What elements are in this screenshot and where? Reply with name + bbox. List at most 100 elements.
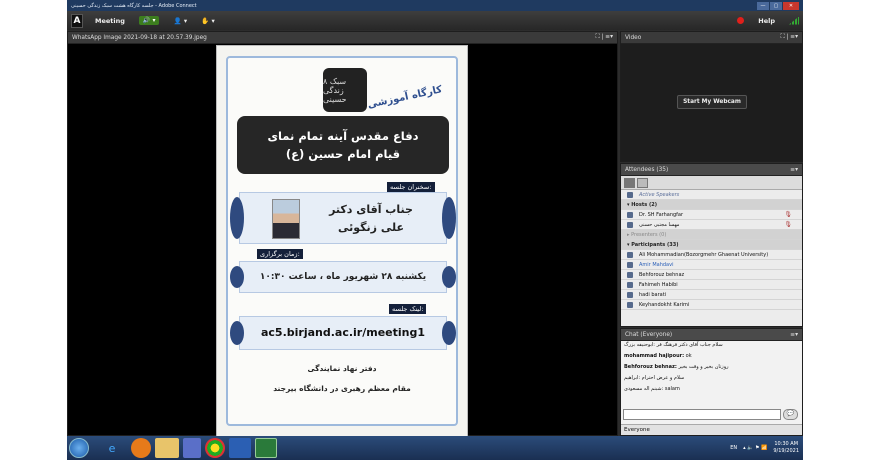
topic-line-1: دفاع مقدس آینه تمام نمای xyxy=(267,129,419,143)
close-button[interactable]: ✕ xyxy=(783,1,799,10)
maximize-button[interactable]: ▢ xyxy=(770,1,782,10)
adobe-connect-window: جلسه کارگاه هشت سبک زندگی حسینی - Adobe … xyxy=(67,0,803,460)
topic-line-2: قیام امام حسین (ع) xyxy=(285,147,401,161)
video-fullscreen-button[interactable]: ⛶ | xyxy=(781,34,789,40)
participant-name: Fahimeh Habibi xyxy=(639,281,678,288)
active-speakers-label: Active Speakers xyxy=(639,191,680,198)
video-pod-menu-button[interactable]: ≡▾ xyxy=(790,34,798,40)
menu-bar: A Meeting 🔊 ▾ 👤 ▾ ✋ ▾ Help xyxy=(67,11,803,30)
raise-hand-menu[interactable]: ✋ ▾ xyxy=(201,17,215,25)
speaker-line-2: علی زنگوئی xyxy=(338,221,404,234)
start-button-icon[interactable] xyxy=(69,438,89,458)
participant-item[interactable]: Behforouz behnaz xyxy=(621,270,802,280)
chat-text: ok xyxy=(684,353,692,359)
chat-menu-button[interactable]: ≡▾ xyxy=(790,332,798,338)
start-webcam-button[interactable]: Start My Webcam xyxy=(677,95,747,109)
clock[interactable]: 10:30 AM 9/19/2021 xyxy=(773,441,799,455)
clock-time: 10:30 AM xyxy=(774,441,799,447)
meeting-menu[interactable]: Meeting xyxy=(95,17,125,25)
adobe-connect-taskbar-icon[interactable] xyxy=(255,438,277,458)
link-value: ac5.birjand.ac.ir/meeting1 xyxy=(230,316,456,350)
participant-item[interactable]: Fahimeh Habibi xyxy=(621,280,802,290)
video-pod-header: Video ⛶ | ≡▾ xyxy=(621,32,802,44)
media-player-icon[interactable] xyxy=(183,438,201,458)
attendees-pod: Attendees (35) ≡▾ Active Speakers ▾ Host… xyxy=(620,163,803,327)
participant-item[interactable]: Ali Mohammadian(Bozorgmehr Ghaenat Unive… xyxy=(621,250,802,260)
speaker-line-1: جناب آقای دکتر xyxy=(329,203,413,216)
participant-icon xyxy=(627,271,633,278)
recording-indicator-icon xyxy=(737,17,745,24)
internet-explorer-icon[interactable]: e xyxy=(97,438,127,458)
participant-item[interactable]: hadi barati xyxy=(621,290,802,300)
file-explorer-icon[interactable] xyxy=(155,438,179,458)
chat-input[interactable] xyxy=(623,409,781,420)
windows-taskbar: e EN ▴ 🔈 ⚑ 📶 10:30 AM 9/19/2021 xyxy=(67,436,803,460)
chat-text: روزتان بخیر و وقت بخیر xyxy=(676,364,729,370)
chrome-icon[interactable] xyxy=(205,438,225,458)
firefox-icon[interactable] xyxy=(131,438,151,458)
host-item[interactable]: Dr. SH Farhangfar 🎙 xyxy=(621,210,802,220)
window-title: جلسه کارگاه هشت سبک زندگی حسینی - Adobe … xyxy=(71,2,197,9)
participants-section[interactable]: ▾ Participants (33) xyxy=(621,240,802,250)
help-menu[interactable]: Help xyxy=(758,17,775,25)
list-view-icon[interactable] xyxy=(624,177,635,188)
adobe-logo-icon: A xyxy=(71,13,83,28)
time-label: زمان برگزاری: xyxy=(257,249,303,259)
title-bar: جلسه کارگاه هشت سبک زندگی حسینی - Adobe … xyxy=(67,0,803,11)
speaker-button[interactable]: 🔊 ▾ xyxy=(138,16,160,25)
active-speakers: Active Speakers xyxy=(621,190,802,200)
participant-icon xyxy=(627,281,633,288)
chat-message: سلام و عرض احترام :ابراهیم xyxy=(621,374,802,385)
speaker-photo xyxy=(272,199,300,239)
chat-message: mohammad hajipour: ok xyxy=(621,352,802,363)
participant-icon xyxy=(627,301,633,308)
calligraphy-logo: ۸ سبک زندگی حسینی xyxy=(323,68,367,112)
speaker-box: جناب آقای دکتر علی زنگوئی xyxy=(230,192,456,244)
topic-banner: دفاع مقدس آینه تمام نمای قیام امام حسین … xyxy=(237,116,449,174)
tray-icons[interactable]: ▴ 🔈 ⚑ 📶 xyxy=(743,445,767,451)
attendees-pod-header: Attendees (35) ≡▾ xyxy=(621,164,802,176)
chat-text: شبنم اله مسعودی: salam xyxy=(624,386,680,392)
minimize-button[interactable]: — xyxy=(757,1,769,10)
word-icon[interactable] xyxy=(229,438,251,458)
participant-name: Keyhandokht Karimi xyxy=(639,301,690,308)
presenters-section[interactable]: ▸ Presenters (0) xyxy=(621,230,802,240)
pod-menu-button[interactable]: ≡▾ xyxy=(605,34,613,40)
send-message-button[interactable]: 💬 xyxy=(783,409,798,420)
attendees-menu-button[interactable]: ≡▾ xyxy=(790,167,798,173)
chat-pod-header: Chat (Everyone) ≡▾ xyxy=(621,329,802,341)
host-name: مهسا مجتبی حسنی xyxy=(639,221,680,228)
participant-name: Behforouz behnaz xyxy=(639,271,685,278)
people-menu[interactable]: 👤 ▾ xyxy=(173,17,187,25)
attendees-title: Attendees (35) xyxy=(625,166,669,173)
participant-name: Amir Mahdavi xyxy=(639,261,674,268)
participant-icon xyxy=(627,261,633,268)
chat-message: سلام جناب آقای دکتر فرهنگ فر :ابوحنیفه ب… xyxy=(621,341,802,352)
chat-message: شبنم اله مسعودی: salam xyxy=(621,385,802,396)
host-name: Dr. SH Farhangfar xyxy=(639,211,684,218)
attendees-toolbar xyxy=(621,176,802,190)
share-pod-header: WhatsApp Image 2021-09-18 at 20.57.39.jp… xyxy=(68,32,617,44)
language-indicator[interactable]: EN xyxy=(730,445,737,451)
shared-poster-image: ۸ سبک زندگی حسینی کارگاه آموزشی دفاع مقد… xyxy=(216,45,468,437)
chat-sender: mohammad hajipour: xyxy=(624,353,685,359)
fullscreen-button[interactable]: ⛶ | xyxy=(596,34,604,40)
connection-strength-icon xyxy=(789,16,799,25)
participant-item[interactable]: Amir Mahdavi xyxy=(621,260,802,270)
participant-icon xyxy=(627,291,633,298)
speaker-wave-icon xyxy=(627,191,633,198)
office-line-1: دفتر نهاد نمایندگی xyxy=(307,364,377,373)
speaker-label: سخنران جلسه: xyxy=(387,182,435,192)
chat-recipient[interactable]: Everyone xyxy=(621,424,802,435)
host-icon xyxy=(627,221,633,228)
video-pod: Video ⛶ | ≡▾ Start My Webcam xyxy=(620,31,803,162)
participant-item[interactable]: Keyhandokht Karimi xyxy=(621,300,802,310)
chat-sender: Behforouz behnaz: xyxy=(624,364,677,370)
chat-message: Behforouz behnaz: روزتان بخیر و وقت بخیر xyxy=(621,363,802,374)
office-line-2: مقام معظم رهبری در دانشگاه بیرجند xyxy=(273,384,411,393)
breakout-view-icon[interactable] xyxy=(637,177,648,188)
mic-muted-icon: 🎙 xyxy=(784,221,792,228)
link-label: لینک جلسه: xyxy=(389,304,427,314)
host-item[interactable]: مهسا مجتبی حسنی 🎙 xyxy=(621,220,802,230)
hosts-section[interactable]: ▾ Hosts (2) xyxy=(621,200,802,210)
